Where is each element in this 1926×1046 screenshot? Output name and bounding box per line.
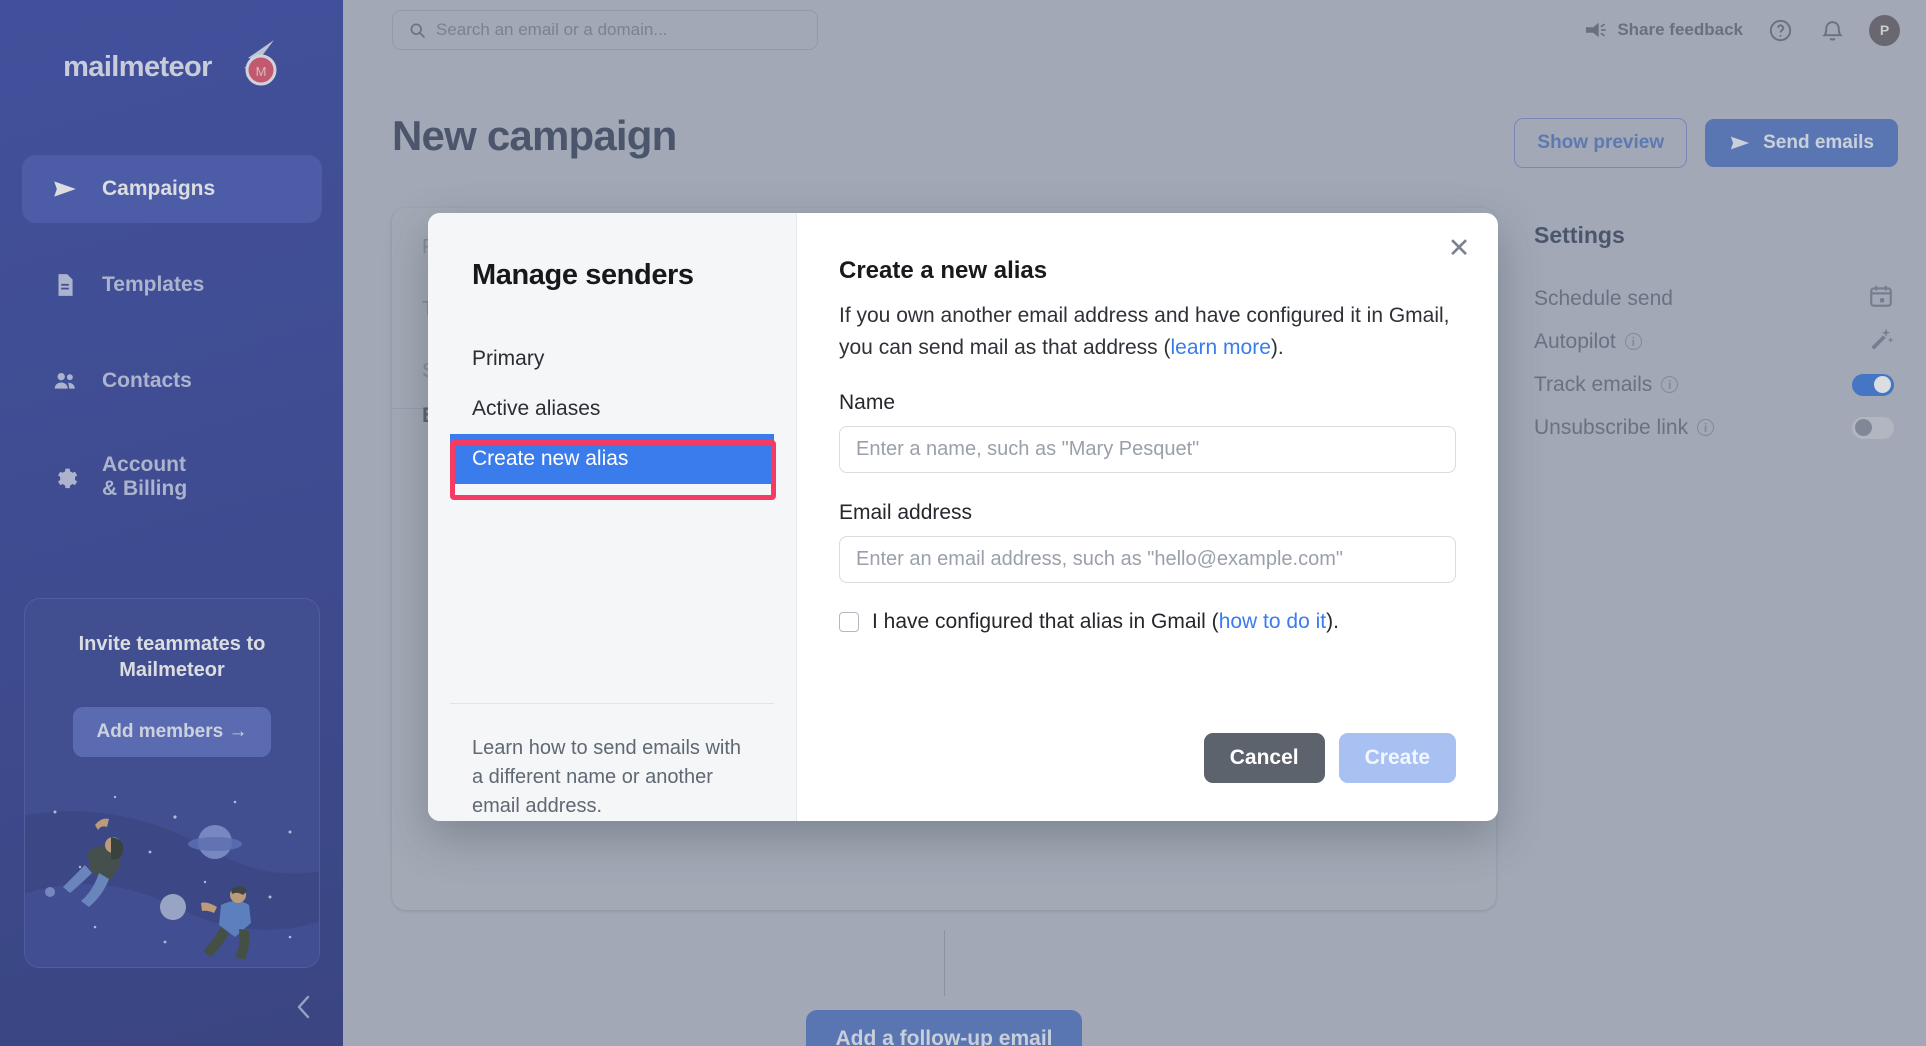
create-alias-heading: Create a new alias <box>839 257 1048 284</box>
email-field-label: Email address <box>839 501 973 524</box>
name-input[interactable] <box>839 426 1456 473</box>
checkbox-text-before: I have configured that alias in Gmail ( <box>872 610 1219 633</box>
modal-content: ✕ Create a new alias If you own another … <box>797 213 1498 821</box>
create-button[interactable]: Create <box>1338 733 1456 783</box>
app-root: mailmeteor M Campaigns Templates Contact… <box>0 0 1926 1046</box>
configured-alias-checkbox[interactable] <box>839 612 859 632</box>
create-alias-description: If you own another email address and hav… <box>839 300 1456 363</box>
manage-senders-modal: Manage senders Primary Active aliases Cr… <box>428 213 1498 821</box>
modal-tab-create-new-alias[interactable]: Create new alias <box>450 434 774 484</box>
how-to-do-it-link[interactable]: how to do it <box>1219 610 1326 633</box>
configured-alias-checkbox-row: I have configured that alias in Gmail (h… <box>839 610 1456 634</box>
modal-sidebar: Manage senders Primary Active aliases Cr… <box>428 213 797 821</box>
description-text-after: ). <box>1270 335 1284 359</box>
name-field-label: Name <box>839 391 896 414</box>
close-icon[interactable]: ✕ <box>1442 231 1476 265</box>
email-input[interactable] <box>839 536 1456 583</box>
modal-sidebar-note: Learn how to send emails with a differen… <box>472 737 742 817</box>
cancel-button[interactable]: Cancel <box>1203 733 1325 783</box>
modal-tab-active-aliases[interactable]: Active aliases <box>428 384 796 434</box>
checkbox-text-after: ). <box>1326 610 1339 633</box>
learn-more-link[interactable]: learn more <box>1171 336 1271 359</box>
configured-alias-label: I have configured that alias in Gmail (h… <box>872 610 1339 634</box>
modal-actions: Cancel Create <box>1203 733 1456 783</box>
modal-sidebar-list: Primary Active aliases Create new alias <box>428 334 796 703</box>
description-text-before: If you own another email address and hav… <box>839 304 1450 359</box>
modal-tab-primary[interactable]: Primary <box>428 334 796 384</box>
modal-title: Manage senders <box>472 259 694 291</box>
